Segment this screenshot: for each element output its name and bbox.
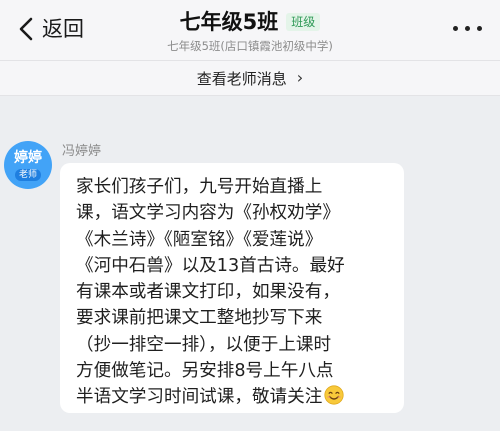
class-badge: 班级 bbox=[286, 13, 321, 31]
more-dot-icon bbox=[465, 26, 470, 31]
message-line-text: 半语文学习时间试课，敬请关注 bbox=[76, 387, 323, 408]
message-line: 方便做笔记。另安排8号上午八点 bbox=[76, 361, 334, 382]
message-line: 有课本或者课文打印，如果没有， bbox=[76, 282, 340, 303]
smile-icon bbox=[324, 385, 344, 405]
avatar-name: 婷婷 bbox=[14, 149, 42, 166]
chat-screen: 返回 七年级5班 班级 七年级5班(店口镇霞池初级中学) 查看老师消息 › 婷婷… bbox=[0, 0, 500, 431]
avatar-role-badge: 老师 bbox=[14, 168, 41, 181]
more-options-button[interactable] bbox=[453, 26, 482, 31]
message-line: 《木兰诗》《陋室铭》《爱莲说》 bbox=[76, 229, 323, 250]
message-bubble[interactable]: 家长们孩子们，九号开始直播上 课，语文学习内容为《孙权劝学》 《木兰诗》《陋室铭… bbox=[60, 163, 404, 413]
message-line: 家长们孩子们，九号开始直播上 bbox=[76, 177, 323, 197]
message-line-last: 半语文学习时间试课，敬请关注 bbox=[76, 384, 396, 410]
navigation-bar: 返回 七年级5班 班级 七年级5班(店口镇霞池初级中学) bbox=[0, 0, 500, 60]
more-dot-icon bbox=[477, 26, 482, 31]
title-row: 七年级5班 班级 bbox=[0, 8, 500, 36]
avatar[interactable]: 婷婷 老师 bbox=[4, 141, 52, 189]
view-teacher-messages-button[interactable]: 查看老师消息 › bbox=[0, 60, 500, 96]
more-dot-icon bbox=[453, 26, 458, 31]
message-line: 要求课前把课文工整地抄写下来 bbox=[76, 308, 323, 329]
page-title: 七年级5班 bbox=[179, 10, 279, 34]
chevron-right-icon: › bbox=[296, 68, 304, 87]
teacher-messages-label: 查看老师消息 bbox=[196, 69, 287, 88]
message-line: 课，语文学习内容为《孙权劝学》 bbox=[76, 203, 340, 224]
message-line: （抄一排空一排），以便于上课时 bbox=[76, 334, 332, 355]
sender-name: 冯婷婷 bbox=[62, 144, 102, 159]
message-line: 《河中石兽》以及13首古诗。最好 bbox=[76, 255, 345, 276]
page-subtitle: 七年级5班(店口镇霞池初级中学) bbox=[167, 39, 333, 53]
